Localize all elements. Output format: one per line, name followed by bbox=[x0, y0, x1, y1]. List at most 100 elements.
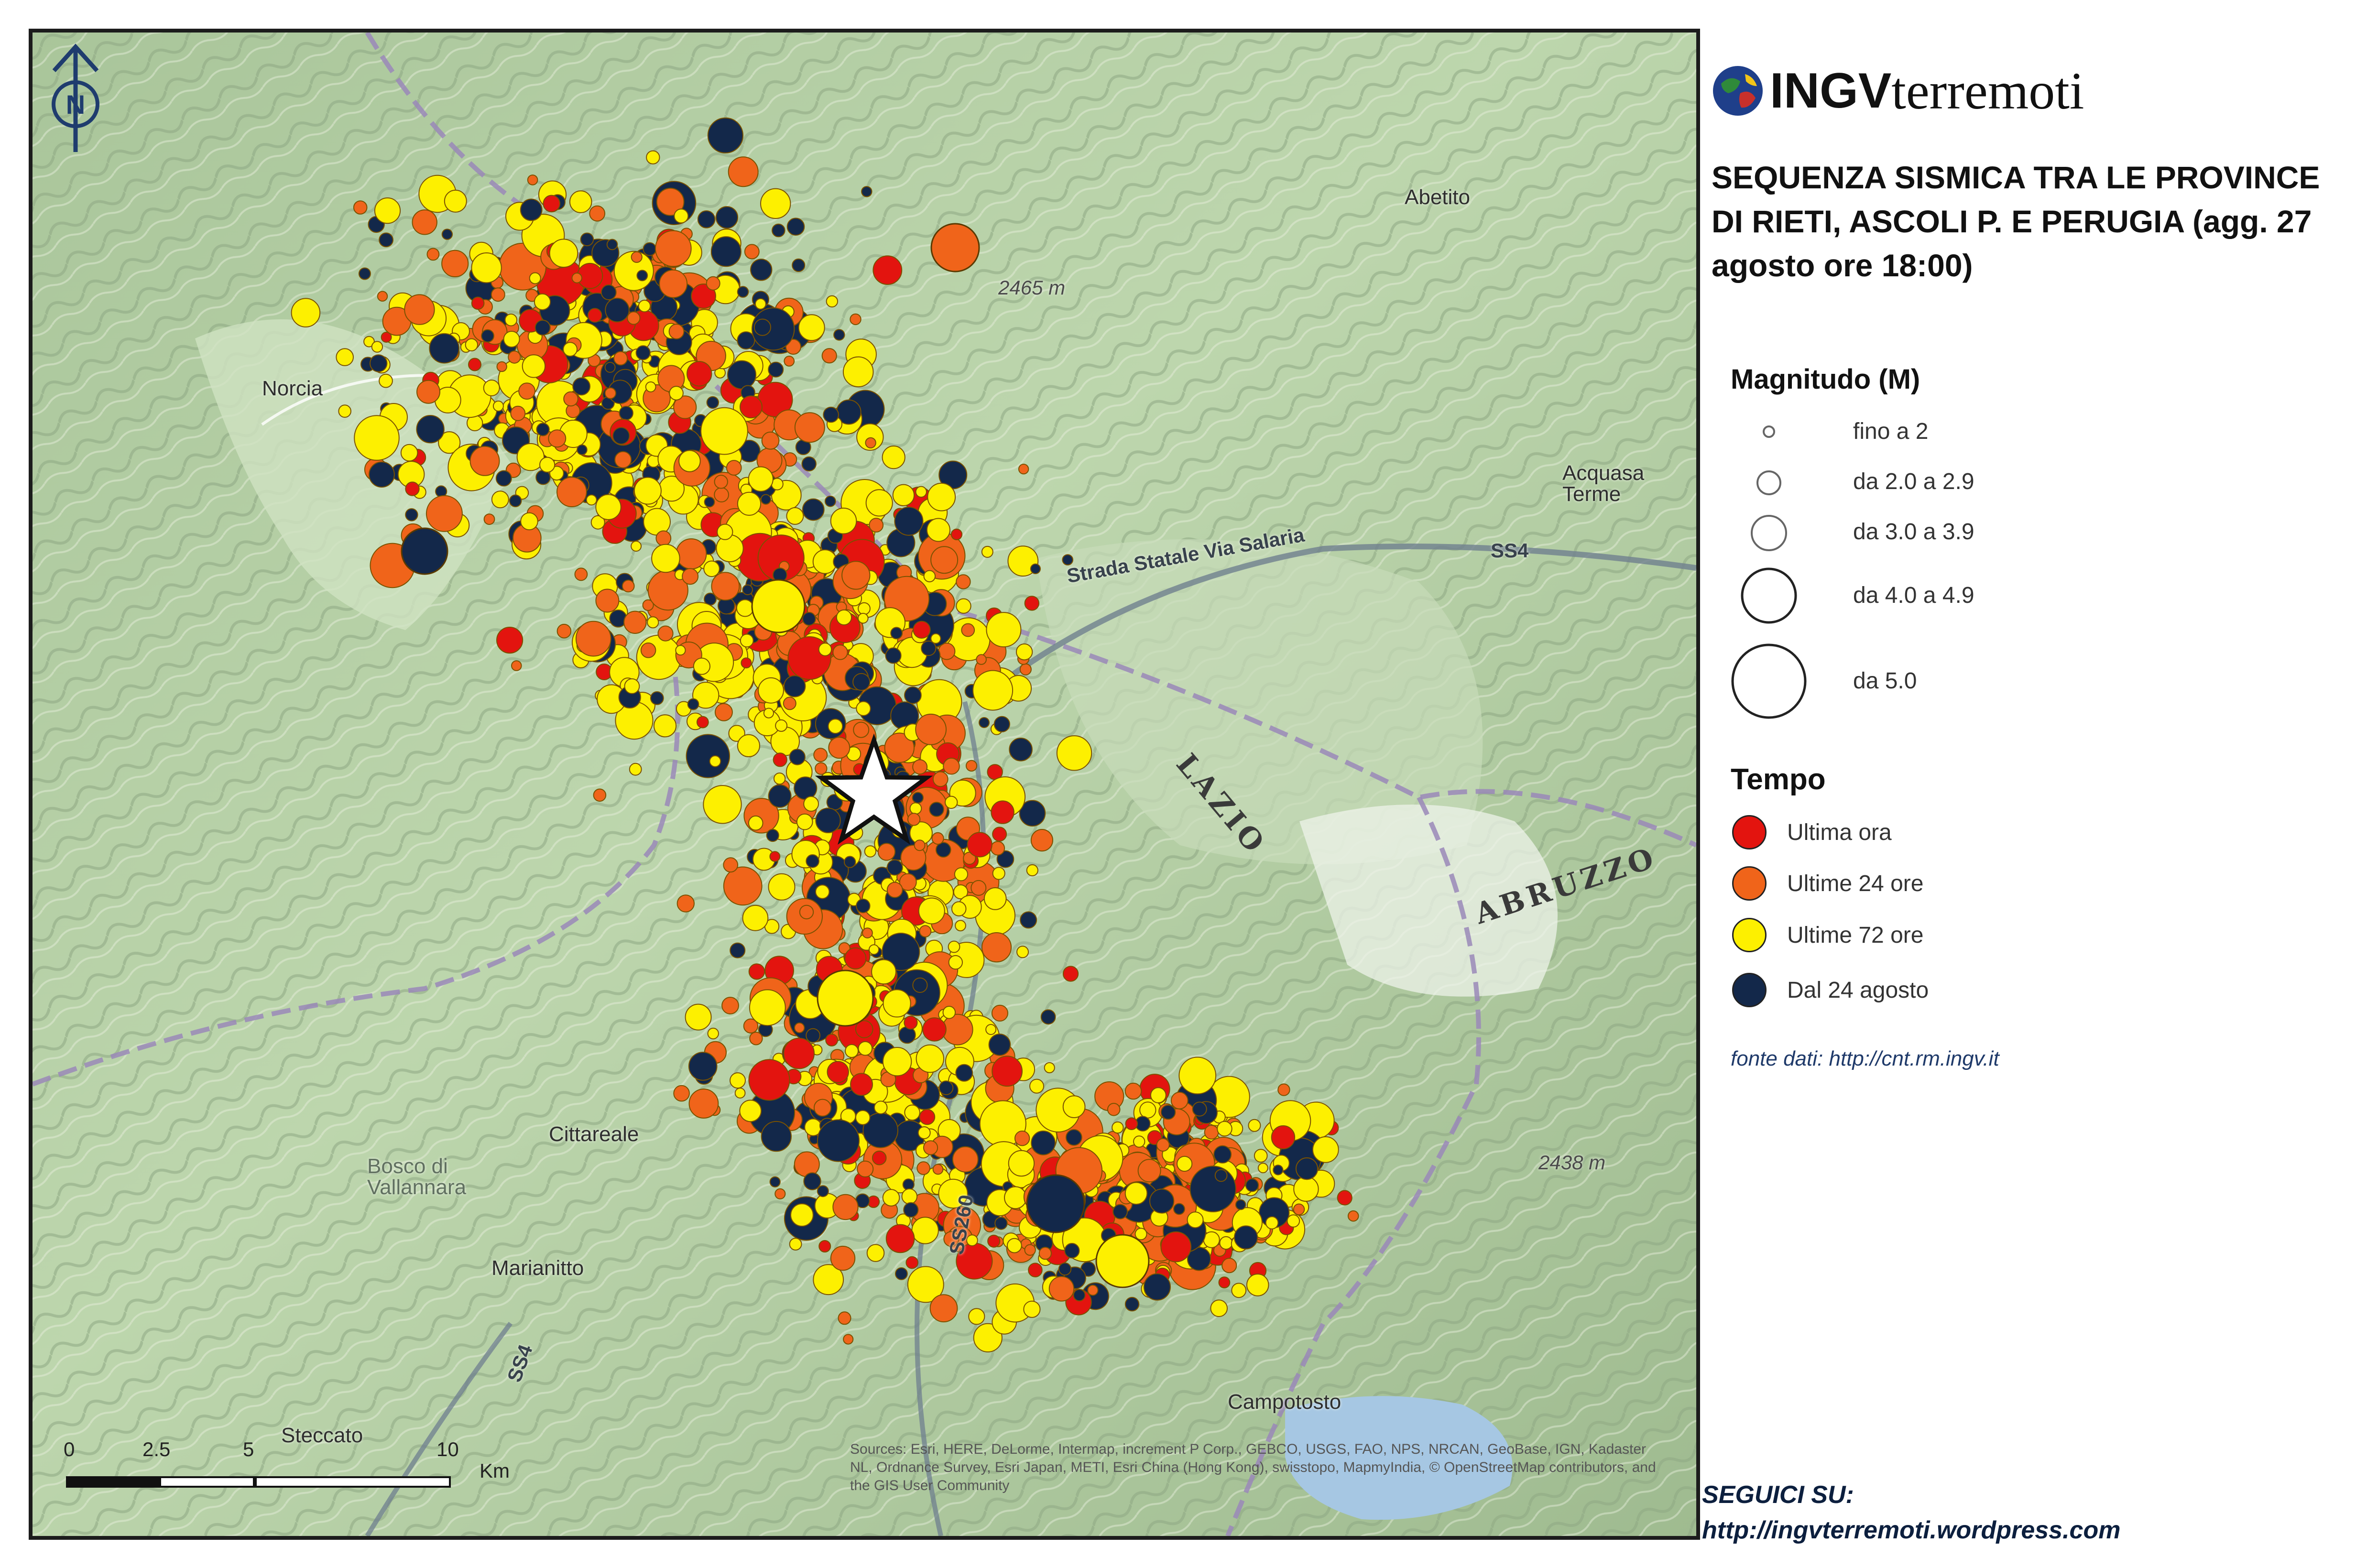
earthquake-marker bbox=[404, 294, 435, 325]
earthquake-marker bbox=[483, 380, 500, 396]
earthquake-marker bbox=[784, 356, 795, 367]
earthquake-marker bbox=[885, 1224, 915, 1253]
earthquake-marker bbox=[613, 351, 628, 366]
earthquake-marker bbox=[589, 205, 606, 222]
earthquake-marker bbox=[919, 1109, 936, 1125]
earthquake-marker bbox=[577, 444, 588, 456]
earthquake-marker bbox=[768, 361, 784, 378]
earthquake-marker bbox=[981, 932, 1012, 963]
earthquake-marker bbox=[882, 1047, 912, 1077]
earthquake-marker bbox=[774, 1188, 786, 1199]
time-legend-title: Tempo bbox=[1731, 763, 1826, 796]
earthquake-marker bbox=[905, 1256, 918, 1269]
north-arrow-icon: N bbox=[52, 44, 99, 152]
earthquake-marker bbox=[992, 1056, 1023, 1087]
earthquake-marker bbox=[645, 381, 656, 392]
earthquake-marker bbox=[636, 634, 682, 680]
earthquake-marker bbox=[950, 528, 963, 541]
earthquake-marker bbox=[748, 466, 774, 492]
earthquake-marker bbox=[929, 802, 944, 817]
place-label: Cittareale bbox=[549, 1122, 639, 1146]
earthquake-marker bbox=[1030, 829, 1053, 852]
earthquake-marker bbox=[926, 518, 950, 542]
earthquake-marker bbox=[353, 200, 368, 215]
earthquake-marker bbox=[631, 251, 643, 263]
earthquake-marker bbox=[682, 568, 699, 585]
earthquake-marker bbox=[1073, 1289, 1086, 1302]
earthquake-marker bbox=[1124, 1296, 1140, 1312]
earthquake-marker bbox=[865, 437, 876, 448]
earthquake-marker bbox=[763, 708, 774, 719]
earthquake-marker bbox=[700, 407, 748, 455]
earthquake-marker bbox=[653, 714, 677, 738]
earthquake-marker bbox=[873, 1100, 888, 1114]
data-source[interactable]: fonte dati: http://cnt.rm.ingv.it bbox=[1731, 1047, 1999, 1071]
magnitude-label: da 4.0 a 4.9 bbox=[1853, 583, 1974, 608]
earthquake-marker bbox=[624, 678, 640, 694]
earthquake-marker bbox=[1018, 464, 1029, 475]
place-label: Marianitto bbox=[491, 1256, 584, 1280]
earthquake-marker bbox=[503, 331, 520, 348]
earthquake-marker bbox=[726, 460, 742, 476]
earthquake-marker bbox=[569, 190, 592, 213]
earthquake-marker bbox=[850, 313, 862, 326]
earthquake-marker bbox=[495, 470, 512, 487]
earthquake-marker bbox=[904, 686, 922, 704]
earthquake-marker bbox=[916, 1161, 930, 1175]
earthquake-marker bbox=[358, 267, 371, 280]
scale-tick: 0 bbox=[64, 1438, 75, 1460]
elevation-label: 2465 m bbox=[998, 276, 1066, 299]
earthquake-marker bbox=[904, 1104, 920, 1121]
scale-bar: 0 2.5 5 10 Km bbox=[64, 1438, 510, 1500]
earthquake-marker bbox=[817, 1185, 829, 1198]
earthquake-marker bbox=[954, 867, 969, 882]
earthquake-marker bbox=[938, 1080, 954, 1095]
earthquake-marker bbox=[1143, 1273, 1171, 1301]
earthquake-marker bbox=[370, 354, 388, 372]
earthquake-marker bbox=[1139, 1101, 1156, 1119]
earthquake-marker bbox=[709, 755, 721, 767]
earthquake-marker bbox=[730, 942, 746, 958]
earthquake-marker bbox=[405, 481, 420, 496]
earthquake-marker bbox=[737, 331, 755, 350]
earthquake-marker bbox=[563, 391, 578, 407]
earthquake-marker bbox=[821, 348, 837, 364]
earthquake-marker bbox=[748, 815, 764, 831]
earthquake-marker bbox=[728, 156, 759, 187]
earthquake-marker bbox=[760, 188, 791, 219]
earthquake-marker bbox=[901, 1188, 918, 1205]
earthquake-marker bbox=[657, 625, 674, 642]
earthquake-marker bbox=[710, 236, 742, 267]
earthquake-marker bbox=[985, 1024, 997, 1035]
earthquake-marker bbox=[1214, 1169, 1228, 1182]
earthquake-marker bbox=[760, 494, 772, 505]
earthquake-marker bbox=[469, 446, 500, 476]
earthquake-marker bbox=[768, 873, 796, 901]
earthquake-marker bbox=[377, 291, 388, 302]
earthquake-marker bbox=[426, 248, 440, 261]
earthquake-marker bbox=[1040, 1009, 1056, 1025]
earthquake-marker bbox=[817, 1119, 860, 1162]
place-label: Abetito bbox=[1405, 185, 1470, 209]
earthquake-marker bbox=[471, 252, 502, 283]
follow-url-link[interactable]: http://ingvterremoti.wordpress.com bbox=[1702, 1513, 2120, 1548]
earthquake-marker bbox=[556, 623, 572, 639]
earthquake-marker bbox=[425, 495, 463, 532]
earthquake-marker bbox=[668, 324, 685, 339]
earthquake-marker bbox=[868, 944, 880, 955]
magnitude-label: da 3.0 a 3.9 bbox=[1853, 519, 1974, 544]
earthquake-marker bbox=[845, 1044, 859, 1058]
earthquake-marker bbox=[882, 1189, 900, 1207]
earthquake-marker bbox=[291, 298, 321, 327]
earthquake-marker bbox=[643, 242, 657, 256]
earthquake-marker bbox=[706, 276, 720, 291]
earthquake-marker bbox=[697, 210, 716, 229]
earthquake-marker bbox=[706, 396, 720, 409]
earthquake-marker bbox=[1062, 966, 1079, 982]
scale-segment bbox=[159, 1476, 255, 1488]
earthquake-marker bbox=[930, 223, 980, 272]
earthquake-marker bbox=[992, 867, 1005, 880]
earthquake-marker bbox=[1231, 1283, 1247, 1298]
earthquake-marker bbox=[527, 174, 538, 185]
earthquake-marker bbox=[622, 579, 635, 593]
